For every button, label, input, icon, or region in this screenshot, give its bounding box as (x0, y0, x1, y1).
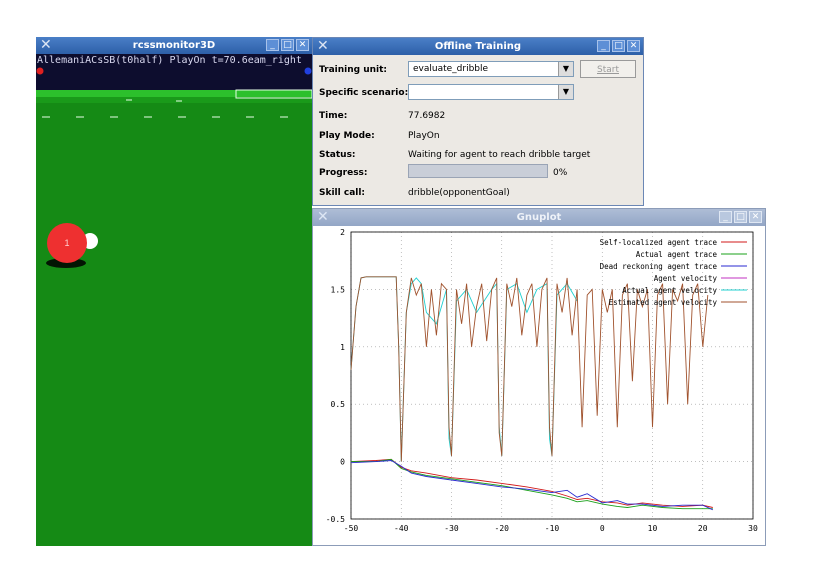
x-tick-label: 30 (748, 524, 758, 533)
playmode-label: Play Mode: (319, 131, 375, 141)
maximize-icon[interactable]: □ (734, 211, 747, 223)
progress-bar (408, 164, 548, 178)
x-tick-label: -20 (495, 524, 510, 533)
legend-label: Actual agent trace (636, 250, 718, 259)
legend-label: Dead reckoning agent trace (600, 262, 718, 271)
status-label: Status: (319, 150, 356, 160)
gnuplot-window[interactable]: ✕ Gnuplot _ □ ✕ -50 -40 -30 -20 -10 0 10 20 30 -0… (312, 208, 766, 546)
x-tick-label: -40 (394, 524, 409, 533)
legend-label: Agent velocity (654, 274, 718, 283)
x-tick-label: -50 (344, 524, 359, 533)
start-button[interactable]: Start (580, 60, 636, 78)
skill-value: dribble(opponentGoal) (408, 188, 510, 198)
playmode-value: PlayOn (408, 131, 440, 141)
x-tick-label: -30 (444, 524, 459, 533)
field-view[interactable]: 1 (36, 37, 312, 546)
scenario-label: Specific scenario: (319, 88, 409, 98)
close-icon[interactable]: ✕ (749, 211, 762, 223)
gnuplot-title: Gnuplot (516, 212, 562, 223)
skill-label: Skill call: (319, 188, 366, 198)
gnuplot-plot[interactable]: -50 -40 -30 -20 -10 0 10 20 30 -0.5 0 0.5 1 1.5 2 Self-… (313, 226, 765, 545)
progress-label: Progress: (319, 168, 368, 178)
left-team-marker-icon (36, 67, 44, 75)
training-unit-value: evaluate_dribble (413, 64, 489, 74)
x-tick-label: -10 (545, 524, 560, 533)
x-tick-label: 20 (698, 524, 708, 533)
far-field-band (36, 90, 312, 97)
gnuplot-titlebar[interactable]: ✕ Gnuplot _ □ ✕ (313, 209, 765, 226)
legend-label: Actual agent velocity (622, 286, 717, 295)
x-tick-label: 0 (600, 524, 605, 533)
close-icon[interactable]: ✕ (627, 40, 640, 52)
legend-label: Estimated agent velocity (609, 298, 718, 307)
progress-text: 0% (553, 168, 568, 178)
y-tick-label: 1.5 (331, 285, 346, 294)
minimize-icon[interactable]: _ (597, 40, 610, 52)
y-tick-label: 0 (340, 458, 345, 467)
right-team-marker-icon (304, 67, 312, 75)
monitor-window[interactable]: ✕ rcssmonitor3D _ □ ✕ AllemaniACsSB(t0ha… (36, 37, 312, 546)
series-line (350, 460, 713, 511)
training-title: Offline Training (434, 41, 522, 52)
series-line (351, 458, 713, 510)
maximize-icon[interactable]: □ (612, 40, 625, 52)
y-tick-label: 0.5 (331, 400, 346, 409)
training-unit-label: Training unit: (319, 65, 388, 75)
minimize-icon[interactable]: _ (719, 211, 732, 223)
player-number: 1 (64, 238, 69, 248)
x-tick-label: 10 (648, 524, 658, 533)
time-label: Time: (319, 111, 348, 121)
training-titlebar[interactable]: ✕ Offline Training _ □ ✕ (313, 38, 643, 55)
status-value: Waiting for agent to reach dribble targe… (408, 150, 591, 160)
dropdown-arrow-icon[interactable]: ▼ (558, 62, 573, 76)
time-value: 77.6982 (408, 111, 446, 121)
legend-label: Self-localized agent trace (600, 238, 718, 247)
dropdown-arrow-icon[interactable]: ▼ (558, 85, 573, 99)
training-unit-select[interactable]: evaluate_dribble ▼ (408, 61, 574, 77)
start-button-label: Start (597, 65, 619, 75)
y-tick-label: -0.5 (326, 515, 345, 524)
series-line (350, 458, 713, 508)
scenario-select[interactable]: ▼ (408, 84, 574, 100)
y-tick-label: 2 (340, 228, 345, 237)
offline-training-window[interactable]: ✕ Offline Training _ □ ✕ Training unit: … (312, 37, 644, 206)
y-tick-label: 1 (340, 343, 345, 352)
